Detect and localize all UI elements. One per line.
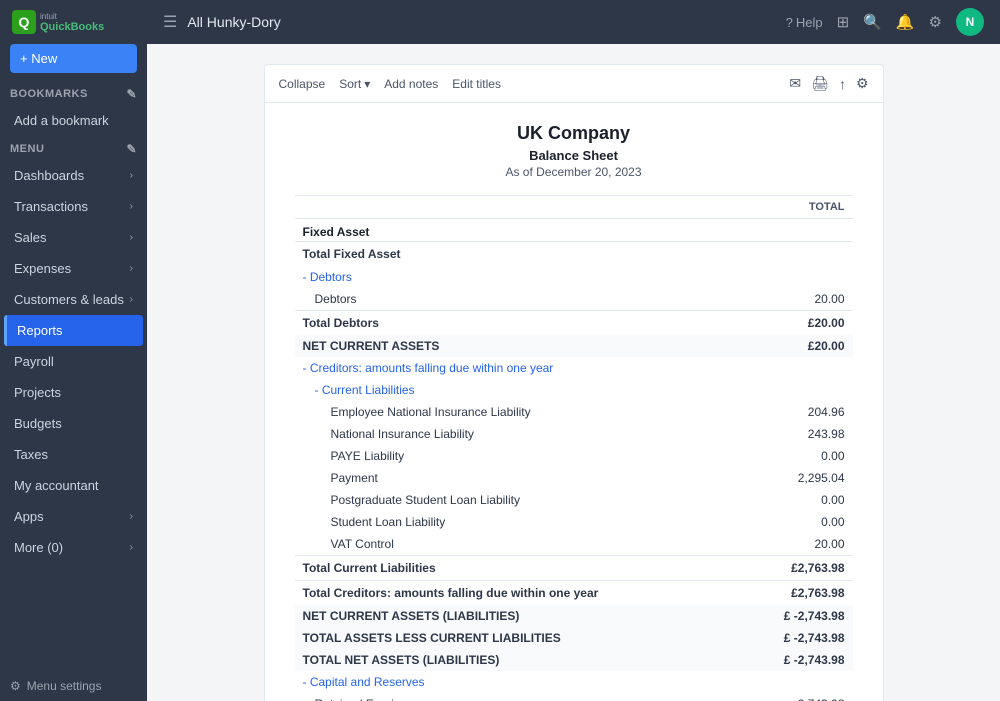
- table-row: Total Creditors: amounts falling due wit…: [295, 581, 853, 606]
- chevron-right-icon: ›: [130, 232, 133, 243]
- table-row: TOTAL ASSETS LESS CURRENT LIABILITIES£ -…: [295, 627, 853, 649]
- edit-bookmarks-icon[interactable]: ✎: [126, 87, 137, 101]
- sidebar-item-projects[interactable]: Projects: [4, 377, 143, 408]
- report-body: UK Company Balance Sheet As of December …: [265, 103, 883, 701]
- sidebar-item-apps[interactable]: Apps ›: [4, 501, 143, 532]
- print-button[interactable]: 🖨: [811, 75, 829, 92]
- chevron-right-icon: ›: [130, 511, 133, 522]
- table-row: Total Current Liabilities£2,763.98: [295, 556, 853, 581]
- table-row: VAT Control20.00: [295, 533, 853, 556]
- sort-dropdown-icon: ▾: [364, 77, 370, 91]
- company-name: All Hunky-Dory: [187, 14, 280, 30]
- add-bookmark-label: Add a bookmark: [14, 113, 109, 128]
- chevron-right-icon: ›: [130, 201, 133, 212]
- qb-brand: intuit QuickBooks: [40, 12, 104, 33]
- sidebar: Q intuit QuickBooks + New BOOKMARKS ✎ Ad…: [0, 0, 147, 701]
- sidebar-item-reports[interactable]: Reports: [4, 315, 143, 346]
- table-row: Total Fixed Asset: [295, 242, 853, 267]
- sidebar-item-more[interactable]: More (0) ›: [4, 532, 143, 563]
- content-area: Collapse Sort ▾ Add notes Edit titles ✉ …: [147, 44, 1000, 701]
- brand-bottom: QuickBooks: [40, 21, 104, 33]
- table-row: Debtors20.00: [295, 288, 853, 311]
- table-row: Fixed Asset: [295, 219, 853, 242]
- add-bookmark-item[interactable]: Add a bookmark: [4, 105, 143, 136]
- avatar[interactable]: N: [956, 8, 984, 36]
- topbar-right: ? Help ⊞ 🔍 🔔 ⚙ N: [786, 8, 984, 36]
- report-toolbar: Collapse Sort ▾ Add notes Edit titles ✉ …: [265, 65, 883, 103]
- export-button[interactable]: ↑: [839, 76, 846, 92]
- sidebar-item-transactions[interactable]: Transactions ›: [4, 191, 143, 222]
- sidebar-item-customers-leads[interactable]: Customers & leads ›: [4, 284, 143, 315]
- topbar-left: ☰ All Hunky-Dory: [163, 12, 281, 32]
- table-row: Employee National Insurance Liability204…: [295, 401, 853, 423]
- help-button[interactable]: ? Help: [786, 15, 823, 30]
- sidebar-item-dashboards[interactable]: Dashboards ›: [4, 160, 143, 191]
- table-row: - Debtors: [295, 266, 853, 288]
- col-header-total: TOTAL: [742, 196, 852, 219]
- sidebar-item-sales[interactable]: Sales ›: [4, 222, 143, 253]
- chevron-down-icon: ›: [130, 542, 133, 553]
- table-row: - Creditors: amounts falling due within …: [295, 357, 853, 379]
- search-icon[interactable]: 🔍: [863, 13, 882, 31]
- chevron-right-icon: ›: [130, 170, 133, 181]
- table-row: Postgraduate Student Loan Liability0.00: [295, 489, 853, 511]
- sidebar-item-budgets[interactable]: Budgets: [4, 408, 143, 439]
- report-toolbar-right: ✉ 🖨 ↑ ⚙: [789, 75, 868, 92]
- gear-icon: ⚙: [10, 679, 21, 693]
- sidebar-item-payroll[interactable]: Payroll: [4, 346, 143, 377]
- sidebar-item-expenses[interactable]: Expenses ›: [4, 253, 143, 284]
- col-header-label: [295, 196, 743, 219]
- question-icon: ?: [786, 15, 793, 30]
- sidebar-item-taxes[interactable]: Taxes: [4, 439, 143, 470]
- report-title: Balance Sheet: [295, 148, 853, 163]
- menu-section-header[interactable]: MENU ✎: [0, 136, 147, 160]
- sort-button[interactable]: Sort ▾: [339, 77, 370, 91]
- edit-titles-button[interactable]: Edit titles: [452, 77, 501, 91]
- report-container: Collapse Sort ▾ Add notes Edit titles ✉ …: [264, 64, 884, 701]
- collapse-button[interactable]: Collapse: [279, 77, 326, 91]
- edit-menu-icon[interactable]: ✎: [126, 142, 137, 156]
- bookmarks-label: BOOKMARKS: [10, 88, 88, 100]
- notifications-icon[interactable]: 🔔: [896, 13, 915, 31]
- qb-icon: Q: [12, 10, 36, 34]
- bookmarks-section-header[interactable]: BOOKMARKS ✎: [0, 81, 147, 105]
- settings-report-button[interactable]: ⚙: [856, 75, 869, 92]
- company-title: UK Company: [295, 123, 853, 144]
- main-content: ☰ All Hunky-Dory ? Help ⊞ 🔍 🔔 ⚙ N Collap…: [147, 0, 1000, 701]
- settings-icon[interactable]: ⚙: [929, 13, 942, 31]
- topbar: ☰ All Hunky-Dory ? Help ⊞ 🔍 🔔 ⚙ N: [147, 0, 1000, 44]
- logo-area: Q intuit QuickBooks: [0, 0, 147, 40]
- table-row: National Insurance Liability243.98: [295, 423, 853, 445]
- chevron-right-icon: ›: [130, 263, 133, 274]
- menu-label: MENU: [10, 143, 44, 155]
- table-row: Retained Earnings2,743.98: [295, 693, 853, 701]
- new-button[interactable]: + New: [10, 44, 137, 73]
- email-button[interactable]: ✉: [789, 75, 801, 92]
- balance-sheet-table: TOTAL Fixed Asset Total Fixed Asset: [295, 195, 853, 701]
- table-row: - Current Liabilities: [295, 379, 853, 401]
- apps-grid-icon[interactable]: ⊞: [837, 13, 850, 31]
- hamburger-icon[interactable]: ☰: [163, 12, 177, 32]
- table-row: Student Loan Liability0.00: [295, 511, 853, 533]
- table-row: Payment2,295.04: [295, 467, 853, 489]
- table-row: NET CURRENT ASSETS (LIABILITIES)£ -2,743…: [295, 605, 853, 627]
- sidebar-item-my-accountant[interactable]: My accountant: [4, 470, 143, 501]
- add-notes-button[interactable]: Add notes: [384, 77, 438, 91]
- chevron-right-icon: ›: [130, 294, 133, 305]
- table-row: - Capital and Reserves: [295, 671, 853, 693]
- table-row: NET CURRENT ASSETS£20.00: [295, 335, 853, 357]
- table-row: Total Debtors£20.00: [295, 311, 853, 336]
- table-row: PAYE Liability0.00: [295, 445, 853, 467]
- table-row: TOTAL NET ASSETS (LIABILITIES)£ -2,743.9…: [295, 649, 853, 671]
- menu-settings[interactable]: ⚙ Menu settings: [0, 671, 147, 701]
- report-date: As of December 20, 2023: [295, 165, 853, 179]
- brand-top: intuit: [40, 12, 104, 21]
- report-toolbar-left: Collapse Sort ▾ Add notes Edit titles: [279, 77, 501, 91]
